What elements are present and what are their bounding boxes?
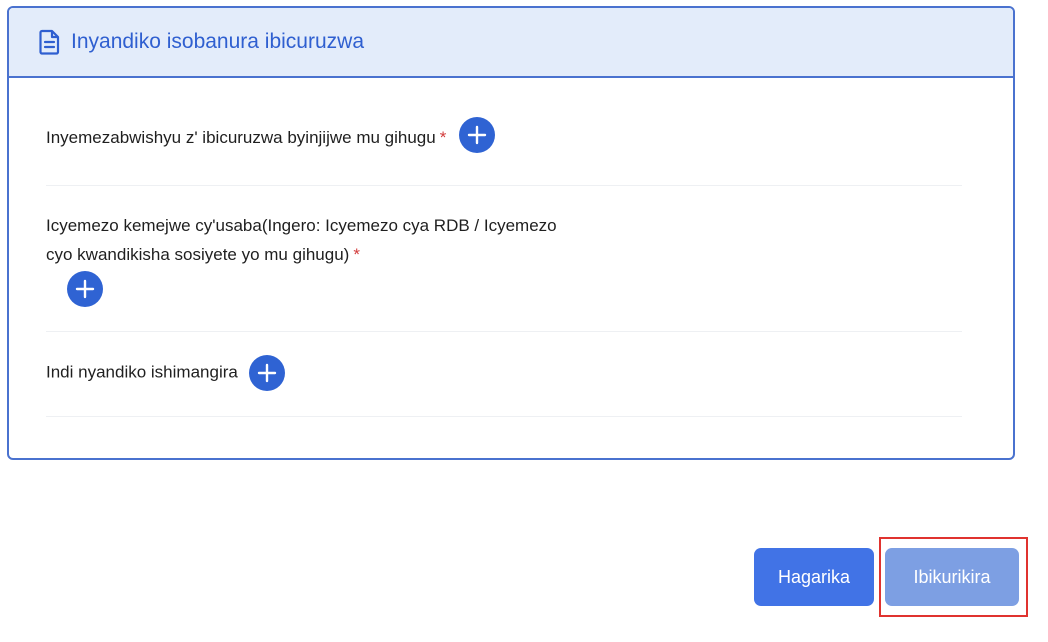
add-supporting-document-button[interactable] [248, 355, 285, 391]
plus-icon [75, 279, 95, 299]
plus-icon [467, 125, 487, 144]
plus-icon [257, 363, 276, 383]
document-row-certificate: Icyemezo kemejwe cy'usaba(Ingero: Icyeme… [46, 210, 962, 332]
card-title: Inyandiko isobanura ibicuruzwa [71, 30, 365, 53]
document-row-invoice: Inyemezabwishyu z' ibicuruzwa byinjijwe … [46, 116, 962, 186]
row-label-line2: cyo kwandikisha sosiyete yo mu gihugu) [46, 245, 350, 264]
card-header: Inyandiko isobanura ibicuruzwa [9, 8, 1013, 78]
cancel-button[interactable]: Hagarika [754, 548, 874, 606]
highlight-box [879, 537, 1028, 617]
required-mark: * [439, 128, 447, 147]
add-invoice-button[interactable] [459, 116, 496, 153]
row-label: Inyemezabwishyu z' ibicuruzwa byinjijwe … [46, 128, 436, 147]
row-label-line1: Icyemezo kemejwe cy'usaba(Ingero: Icyeme… [46, 216, 557, 235]
document-row-supporting: Indi nyandiko ishimangira [46, 355, 962, 417]
row-label: Indi nyandiko ishimangira [46, 362, 238, 382]
add-certificate-button[interactable] [67, 271, 103, 307]
document-icon [39, 29, 61, 55]
required-mark: * [353, 245, 360, 264]
